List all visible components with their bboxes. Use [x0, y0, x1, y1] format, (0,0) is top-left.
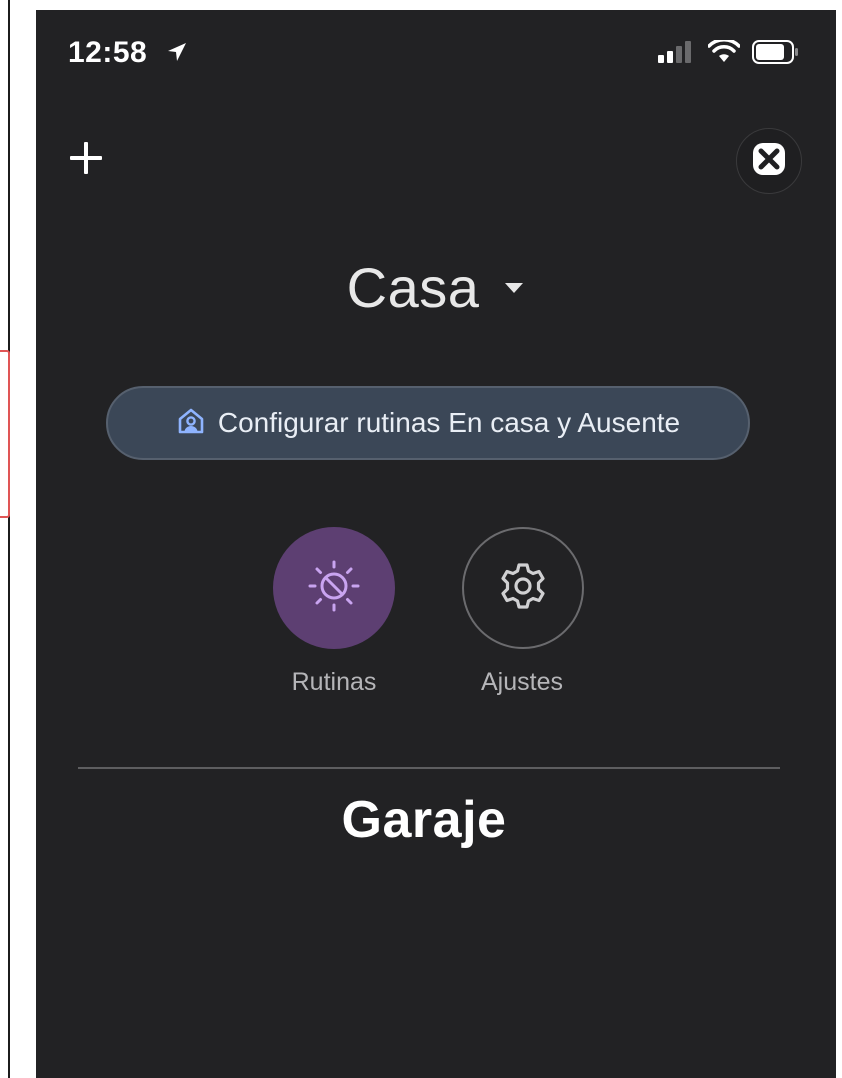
routines-button[interactable]	[273, 527, 395, 649]
close-icon	[749, 139, 789, 184]
close-button[interactable]	[736, 128, 802, 194]
add-button[interactable]	[66, 138, 106, 178]
routines-sun-icon	[306, 558, 362, 619]
right-edge-panel	[836, 0, 842, 1078]
settings-button[interactable]	[462, 527, 584, 649]
routines-label: Rutinas	[291, 668, 377, 696]
home-selector[interactable]: Casa	[36, 255, 836, 320]
status-icons	[658, 38, 800, 69]
gear-icon	[498, 561, 548, 616]
status-time: 12:58	[68, 36, 148, 69]
left-edge-line	[8, 0, 10, 1078]
phone-screen: 12:58 Casa Configurar rutinas En casa y …	[36, 10, 836, 1078]
wifi-icon	[707, 38, 741, 69]
home-person-icon	[176, 406, 206, 441]
location-arrow-icon	[166, 41, 188, 68]
battery-icon	[752, 40, 800, 69]
configure-routines-label: Configurar rutinas En casa y Ausente	[217, 407, 681, 438]
cellular-signal-icon	[658, 41, 696, 68]
home-name: Casa	[346, 256, 480, 319]
configure-routines-button[interactable]: Configurar rutinas En casa y Ausente	[106, 386, 750, 460]
settings-label: Ajustes	[481, 668, 563, 696]
section-title: Garaje	[341, 791, 507, 849]
left-edge-highlight	[0, 350, 10, 518]
plus-icon	[66, 142, 106, 182]
screen-edge	[36, 862, 38, 1078]
section-divider	[78, 767, 780, 769]
caret-down-icon	[503, 281, 525, 300]
